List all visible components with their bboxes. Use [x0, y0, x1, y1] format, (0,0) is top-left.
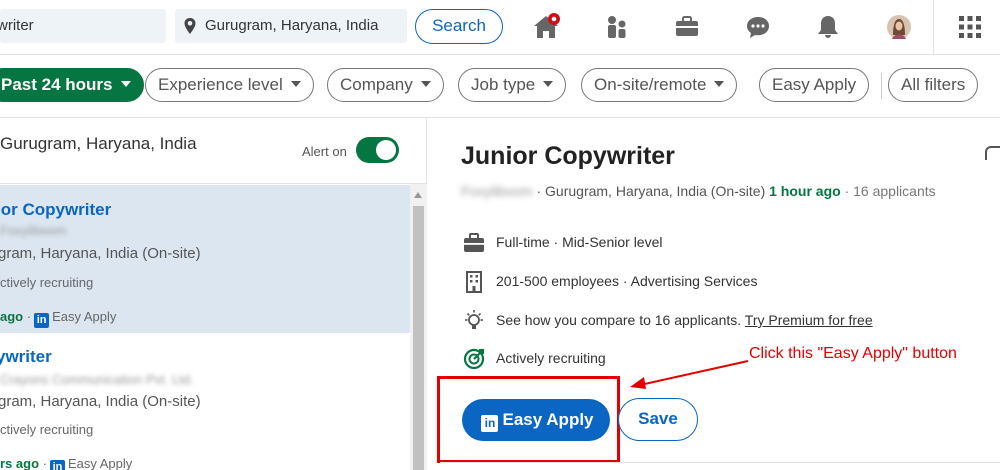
try-premium-link[interactable]: Try Premium for free: [745, 312, 873, 328]
job-list-panel: Gurugram, Haryana, India Alert on ior Co…: [0, 118, 427, 470]
job-card-meta: ago · in Easy Apply: [0, 309, 117, 328]
filter-label: Job type: [471, 75, 536, 94]
job-card-company: Crayons Communication Pvt. Ltd.: [0, 372, 194, 387]
job-detail-title: Junior Copywriter: [461, 142, 675, 170]
insight-text: 201-500 employees · Advertising Services: [496, 273, 758, 289]
job-card-meta: rs ago · in Easy Apply: [0, 456, 132, 470]
filter-label: On-site/remote: [594, 75, 707, 94]
annotation-text: Click this "Easy Apply" button: [749, 345, 957, 362]
section-divider: [440, 462, 1000, 463]
filter-easy-apply[interactable]: Easy Apply: [759, 68, 870, 102]
job-card[interactable]: ywriter Crayons Communication Pvt. Ltd. …: [0, 333, 410, 470]
easy-apply-button[interactable]: in Easy Apply: [462, 399, 610, 441]
filter-label: Past 24 hours: [1, 75, 113, 94]
recruiting-target-icon: [463, 348, 485, 370]
nav-divider: [933, 0, 934, 55]
lightbulb-icon: [465, 310, 483, 329]
apps-grid-icon[interactable]: [956, 13, 984, 41]
scroll-up-arrow-icon[interactable]: [414, 192, 422, 198]
annotation-arrow-icon: [630, 360, 749, 389]
posted-time: rs ago: [0, 456, 40, 470]
keyword-search-value: writer: [0, 17, 34, 34]
home-icon[interactable]: [532, 13, 560, 41]
job-detail-subtitle: Foxyliboom · Gurugram, Haryana, India (O…: [461, 183, 936, 199]
insight-text: See how you compare to 16 applicants. Tr…: [496, 312, 873, 328]
scrollbar-thumb[interactable]: [413, 206, 424, 470]
filter-label: Experience level: [158, 75, 283, 94]
job-card-location: gram, Haryana, India (On-site): [0, 245, 201, 262]
job-alert-toggle[interactable]: [356, 137, 399, 163]
jobs-briefcase-icon[interactable]: [673, 13, 701, 41]
my-network-icon[interactable]: [603, 13, 631, 41]
toggle-knob: [376, 140, 396, 160]
search-button[interactable]: Search: [415, 9, 503, 44]
caret-down-icon: [290, 81, 301, 87]
job-card-title[interactable]: ior Copywriter: [0, 200, 111, 220]
location-pin-icon: [184, 18, 196, 34]
filter-past-24-hours[interactable]: Past 24 hours: [0, 68, 144, 102]
linkedin-logo-icon: in: [49, 460, 65, 470]
notifications-bell-icon[interactable]: [814, 13, 842, 41]
share-icon[interactable]: [985, 146, 1000, 160]
insight-text: Full-time · Mid-Senior level: [496, 234, 663, 250]
filter-label: Company: [340, 75, 413, 94]
save-button[interactable]: Save: [618, 398, 698, 441]
location-search-value: Gurugram, Haryana, India: [205, 17, 379, 34]
linkedin-logo-icon: in: [34, 313, 50, 328]
easy-apply-button-label: Easy Apply: [502, 410, 594, 429]
filter-label: Easy Apply: [772, 75, 857, 94]
filter-job-type[interactable]: Job type: [458, 68, 567, 102]
filter-all-filters[interactable]: All filters: [888, 68, 979, 102]
posted-time: ago: [0, 309, 24, 324]
caret-down-icon: [543, 81, 554, 87]
job-card-location: gram, Haryana, India (On-site): [0, 393, 201, 410]
filter-bar: Past 24 hours Experience level Company J…: [0, 56, 1000, 118]
caret-down-icon: [714, 81, 725, 87]
job-card-title[interactable]: ywriter: [0, 347, 52, 367]
filter-on-site-remote[interactable]: On-site/remote: [581, 68, 738, 102]
caret-down-icon: [420, 81, 431, 87]
filter-company[interactable]: Company: [327, 68, 444, 102]
easy-apply-label: Easy Apply: [67, 456, 133, 470]
insight-text: Actively recruiting: [496, 350, 606, 366]
job-card-company: Foxyliboom: [0, 223, 67, 238]
profile-avatar[interactable]: [885, 13, 913, 41]
job-detail-posted: 1 hour ago: [769, 183, 841, 199]
list-location: Gurugram, Haryana, India: [0, 134, 197, 153]
linkedin-logo-icon: in: [481, 415, 499, 432]
list-scrollbar[interactable]: [410, 184, 427, 470]
briefcase-icon: [464, 233, 484, 252]
caret-down-icon: [120, 81, 131, 87]
job-card-status: ctively recruiting: [0, 422, 94, 437]
job-card-status: ctively recruiting: [0, 275, 94, 290]
messaging-icon[interactable]: [744, 13, 772, 41]
list-header: Gurugram, Haryana, India Alert on: [0, 118, 427, 184]
compare-text: See how you compare to 16 applicants.: [496, 312, 742, 328]
job-card-selected[interactable]: ior Copywriter Foxyliboom gram, Haryana,…: [0, 185, 410, 333]
job-detail-applicants: · 16 applicants: [844, 183, 936, 199]
job-detail-company[interactable]: Foxyliboom: [461, 183, 533, 199]
alert-label: Alert on: [302, 144, 347, 159]
location-search-input[interactable]: Gurugram, Haryana, India: [175, 9, 407, 43]
filter-label: All filters: [901, 75, 966, 94]
building-icon: [466, 271, 482, 293]
job-detail-location: · Gurugram, Haryana, India (On-site): [536, 183, 766, 199]
filter-divider: [881, 73, 882, 99]
filter-experience-level[interactable]: Experience level: [145, 68, 314, 102]
easy-apply-label: Easy Apply: [52, 309, 117, 324]
top-nav: writer Gurugram, Haryana, India Search: [0, 0, 1000, 55]
keyword-search-input[interactable]: writer: [0, 9, 166, 43]
